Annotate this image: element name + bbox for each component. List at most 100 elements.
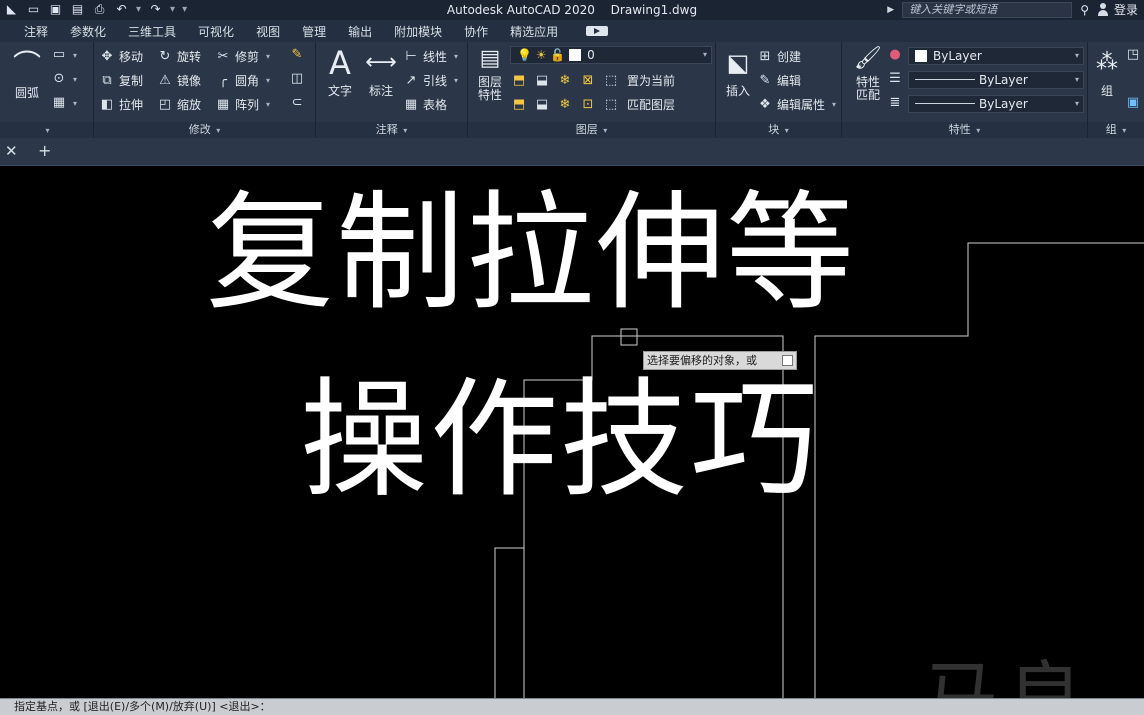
offset-button[interactable]: ⊂ [290, 96, 304, 110]
panel-layers-footer[interactable]: 图层 ▾ [468, 122, 715, 138]
mirror-icon: ⚠ [159, 72, 171, 88]
overlay-title-line1: 复制拉伸等 [206, 179, 857, 328]
hatch-icon: ▦ [52, 95, 66, 110]
rectangle-icon: ▭ [52, 47, 66, 62]
layer-on-all-icon[interactable]: ⬒ [512, 97, 526, 112]
tab-parametric[interactable]: 参数化 [70, 23, 106, 40]
rotate-button[interactable]: ↻ 旋转 [158, 48, 201, 65]
ungroup-button[interactable]: ◳ [1126, 48, 1140, 62]
trim-label: 修剪 [235, 50, 260, 64]
panel-properties-footer[interactable]: 特性 ▾ [842, 122, 1087, 138]
hatch-button[interactable]: ▦ ▾ [52, 96, 77, 110]
binoculars-icon[interactable]: ⚲ [1080, 3, 1089, 17]
color-dropdown[interactable]: ByLayer ▾ [908, 47, 1084, 65]
explode-button[interactable]: ◫ [290, 72, 304, 86]
circle-button[interactable]: ⊙ ▾ [52, 72, 77, 86]
tab-output[interactable]: 输出 [348, 23, 372, 40]
layer-lock-tool-icon[interactable]: ⊠ [581, 73, 595, 88]
linetype-dropdown[interactable]: ByLayer ▾ [908, 71, 1084, 89]
erase-button[interactable]: ✎ [290, 48, 304, 62]
table-label: 表格 [423, 98, 448, 112]
text-button[interactable]: A 文字 [322, 46, 358, 99]
match-properties-icon: 🖌 [854, 46, 882, 71]
command-line[interactable]: 指定基点，或 [退出(E)/多个(M)/放弃(U)] <退出>： [0, 698, 1144, 715]
search-input[interactable]: 键入关键字或短语 [902, 1, 1073, 18]
tab-manage[interactable]: 管理 [302, 23, 326, 40]
scale-button[interactable]: ◰ 缩放 [158, 96, 201, 113]
layer-isolate-icon[interactable]: ⬓ [535, 73, 549, 88]
insert-button[interactable]: ⬕ 插入 [720, 46, 756, 99]
set-current-icon[interactable]: ⬚ [604, 73, 618, 88]
arc-button[interactable]: ⌒ 圆弧 [6, 48, 48, 101]
layers-footer-label: 图层 [575, 123, 598, 136]
match-properties-button[interactable]: 🖌 特性 匹配 [848, 44, 888, 102]
match-layer-icon[interactable]: ⬚ [604, 97, 618, 112]
trim-button[interactable]: ✂ 修剪 ▾ [216, 48, 270, 65]
color-wheel-button[interactable]: ● [888, 48, 902, 62]
drawing-canvas[interactable]: 复制拉伸等 操作技巧 选择要偏移的对象，或 马良 [0, 166, 1144, 715]
fillet-label: 圆角 [235, 74, 260, 88]
tab-collaborate[interactable]: 协作 [464, 23, 488, 40]
offset-icon: ⊂ [291, 95, 303, 110]
layer-props-line2: 特性 [477, 88, 502, 102]
tab-annotate[interactable]: 注释 [24, 23, 48, 40]
copy-button[interactable]: ⧉ 复制 [100, 72, 143, 89]
edit-attributes-button[interactable]: ❖ 编辑属性 ▾ [758, 96, 836, 113]
group-button[interactable]: ⁂ 组 [1092, 46, 1122, 99]
mirror-label: 镜像 [177, 74, 202, 88]
table-icon: ▦ [404, 96, 418, 112]
stretch-button[interactable]: ◧ 拉伸 [100, 96, 143, 113]
panel-block-footer[interactable]: 块 ▾ [716, 122, 841, 138]
fillet-button[interactable]: ╭ 圆角 ▾ [216, 72, 270, 89]
panel-annotation: A 文字 ⟷ 标注 ⊢ 线性 ▾ ↗ 引线 ▾ ▦ 表格 注释 ▾ [316, 42, 468, 138]
group-edit-button[interactable]: ▣ [1126, 96, 1140, 110]
tab-featured-apps[interactable]: 精选应用 [510, 23, 558, 40]
overlay-title-line2: 操作技巧 [300, 366, 821, 515]
dimension-button[interactable]: ⟷ 标注 [362, 46, 400, 99]
layer-unisolate-icon[interactable]: ⬓ [535, 97, 549, 112]
panel-block: ⬕ 插入 ⊞ 创建 ✎ 编辑 ❖ 编辑属性 ▾ 块 ▾ [716, 42, 842, 138]
layer-tools-row2: ⬒ ⬓ ❄ ⊡ ⬚ 匹配图层 [512, 96, 675, 113]
lineweight-dropdown[interactable]: ByLayer ▾ [908, 95, 1084, 113]
panel-draw-footer[interactable]: ▾ [0, 122, 93, 138]
tab-visualize[interactable]: 可视化 [198, 23, 234, 40]
layer-unlock-icon[interactable]: ⊡ [581, 97, 595, 112]
layer-dropdown[interactable]: 💡 ☀ 🔓 0 ▾ [510, 46, 712, 64]
linetype-icon-button[interactable]: ☰ [888, 72, 902, 86]
rectangle-button[interactable]: ▭ ▾ [52, 48, 77, 62]
panel-modify-footer[interactable]: 修改 ▾ [94, 122, 315, 138]
login-button[interactable]: 登录 [1097, 1, 1138, 18]
leader-button[interactable]: ↗ 引线 ▾ [404, 72, 458, 89]
table-button[interactable]: ▦ 表格 [404, 96, 447, 113]
panel-draw: ⌒ 圆弧 ▭ ▾ ⊙ ▾ ▦ ▾ ▾ [0, 42, 94, 138]
make-current-label[interactable]: 置为当前 [627, 72, 675, 89]
copy-icon: ⧉ [102, 72, 112, 88]
create-block-button[interactable]: ⊞ 创建 [758, 48, 801, 65]
linetype-value: ByLayer [979, 73, 1028, 87]
layer-off-icon[interactable]: ⬒ [512, 73, 526, 88]
new-tab-icon[interactable]: + [38, 141, 51, 160]
panel-annotation-footer[interactable]: 注释 ▾ [316, 122, 467, 138]
move-label: 移动 [119, 50, 144, 64]
layer-props-line1: 图层 [477, 75, 502, 89]
match-layer-label[interactable]: 匹配图层 [627, 96, 675, 113]
layer-freeze-tool-icon[interactable]: ❄ [558, 73, 572, 88]
video-tab-icon[interactable] [586, 26, 609, 36]
layer-thaw-icon[interactable]: ❄ [558, 97, 572, 112]
edit-block-button[interactable]: ✎ 编辑 [758, 72, 801, 89]
close-tab-icon[interactable]: ✕ [5, 142, 18, 160]
insert-block-icon: ⬕ [726, 49, 750, 77]
lineweight-icon-button[interactable]: ≣ [888, 96, 902, 110]
array-button[interactable]: ▦ 阵列 ▾ [216, 96, 270, 113]
tab-3d-tools[interactable]: 三维工具 [128, 23, 176, 40]
tab-addins[interactable]: 附加模块 [394, 23, 442, 40]
stretch-icon: ◧ [100, 96, 114, 112]
layer-properties-button[interactable]: ▤ 图层 特性 [472, 44, 508, 102]
panel-groups-footer[interactable]: 组 ▾ [1088, 122, 1144, 138]
tab-view[interactable]: 视图 [256, 23, 280, 40]
linear-button[interactable]: ⊢ 线性 ▾ [404, 48, 458, 65]
expand-search-icon[interactable]: ▶ [887, 5, 894, 15]
color-value: ByLayer [933, 49, 982, 63]
mirror-button[interactable]: ⚠ 镜像 [158, 72, 201, 89]
move-button[interactable]: ✥ 移动 [100, 48, 143, 65]
